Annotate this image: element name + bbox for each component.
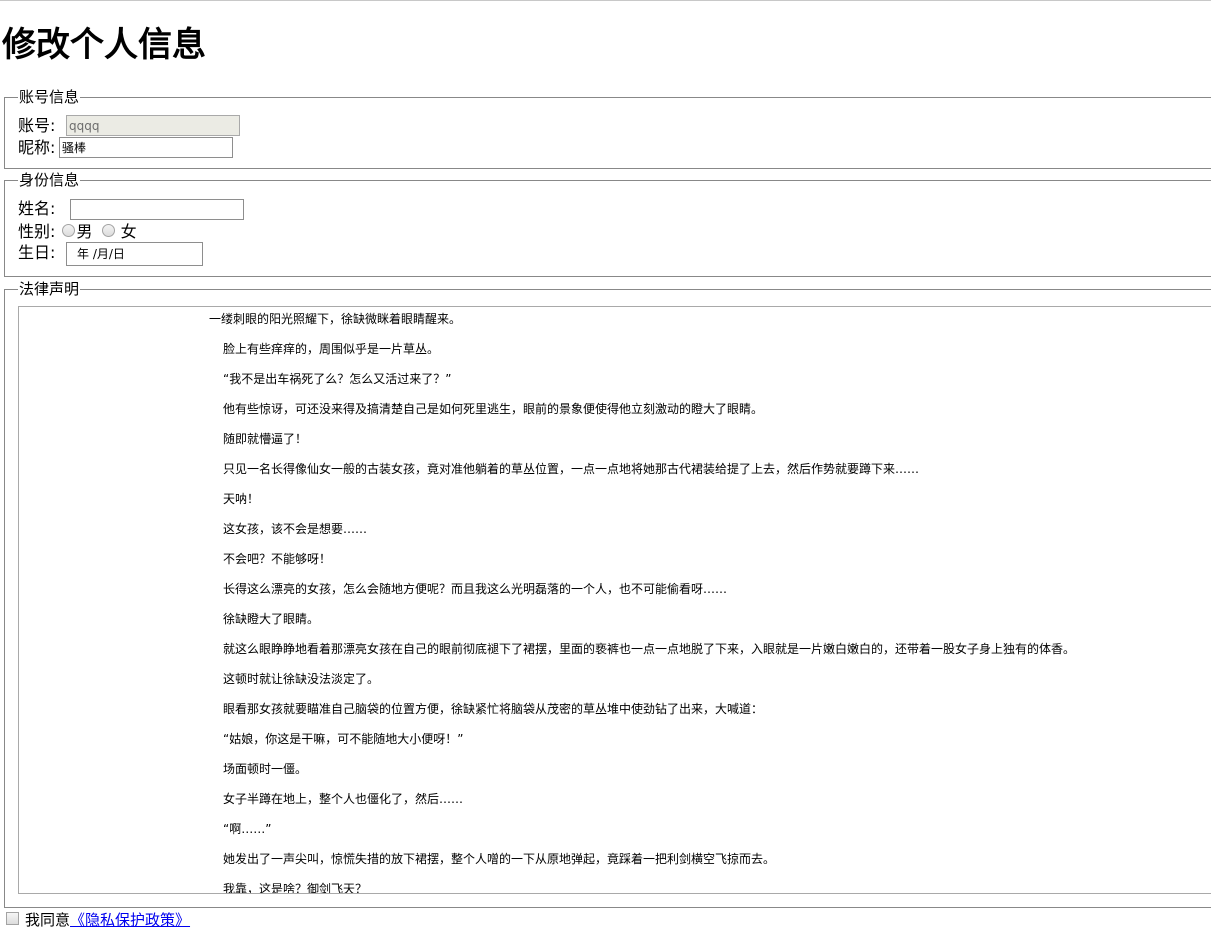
gender-radio-male[interactable] [61,224,75,237]
legal-paragraph: 天呐！ [223,492,260,506]
identity-fieldset: 身份信息 姓名: 性别: 男 女 生日: 年 /月/日 [4,171,1211,277]
gender-row: 性别: 男 女 [18,222,137,242]
name-input[interactable] [70,199,244,220]
account-legend: 账号信息 [18,88,81,106]
birthday-label: 生日: [18,243,56,262]
legal-text-frame[interactable]: 一缕刺眼的阳光照耀下，徐缺微眯着眼睛醒来。脸上有些痒痒的，周围似乎是一片草丛。 “… [18,306,1211,894]
nickname-label: 昵称: [18,138,56,157]
legal-paragraph: 这女孩，该不会是想要…… [223,522,368,536]
gender-label: 性别: [18,222,56,241]
legal-paragraph: 我靠，这是啥？御剑飞天？ [223,882,368,894]
legal-paragraph: “啊……” [223,822,272,836]
gender-male-label: 男 [76,222,93,241]
legal-paragraph: 一缕刺眼的阳光照耀下，徐缺微眯着眼睛醒来。 [209,312,462,326]
legal-paragraph: 长得这么漂亮的女孩，怎么会随地方便呢？而且我这么光明磊落的一个人，也不可能偷看呀… [223,582,728,596]
nickname-row: 昵称: [18,138,55,158]
birthday-input[interactable]: 年 /月/日 [66,242,203,266]
legal-paragraph: 不会吧？不能够呀！ [223,552,332,566]
legal-text-content: 一缕刺眼的阳光照耀下，徐缺微眯着眼睛醒来。脸上有些痒痒的，周围似乎是一片草丛。 “… [19,307,1211,894]
legal-paragraph: 徐缺瞪大了眼睛。 [223,612,320,626]
gender-female-label: 女 [120,222,137,241]
top-divider [0,0,1211,1]
name-row: 姓名: [18,199,55,219]
legal-paragraph: 就这么眼睁睁地看着那漂亮女孩在自己的眼前彻底褪下了裙摆，里面的亵裤也一点一点地脱… [223,642,1076,656]
legal-paragraph: 她发出了一声尖叫，惊慌失措的放下裙摆，整个人噌的一下从原地弹起，竟踩着一把利剑横… [223,852,776,866]
privacy-policy-link[interactable]: 《隐私保护政策》 [70,911,190,929]
gender-radio-female[interactable] [101,224,115,237]
legal-legend: 法律声明 [18,280,81,298]
legal-paragraph: 眼看那女孩就要瞄准自己脑袋的位置方便，徐缺紧忙将脑袋从茂密的草丛堆中使劲钻了出来… [223,702,764,716]
legal-paragraph: “我不是出车祸死了么？怎么又活过来了？” [223,372,452,386]
identity-legend: 身份信息 [18,171,81,189]
legal-paragraph: 只见一名长得像仙女一般的古装女孩，竟对准他躺着的草丛位置，一点一点地将她那古代裙… [223,462,920,476]
legal-paragraph: 女子半蹲在地上，整个人也僵化了，然后…… [223,792,464,806]
account-row: 账号: [18,116,55,136]
legal-paragraph: 随即就懵逼了！ [223,432,308,446]
account-input[interactable] [66,115,240,136]
nickname-input[interactable] [59,137,233,158]
agree-checkbox[interactable] [6,912,19,925]
legal-paragraph: 脸上有些痒痒的，周围似乎是一片草丛。 [223,342,440,356]
legal-paragraph: 场面顿时一僵。 [223,762,308,776]
account-fieldset: 账号信息 账号: 昵称: [4,88,1211,169]
agree-label: 我同意 [25,911,71,929]
legal-paragraph: 这顿时就让徐缺没法淡定了。 [223,672,380,686]
account-label: 账号: [18,116,56,135]
name-label: 姓名: [18,199,56,218]
legal-paragraph: 他有些惊讶，可还没来得及搞清楚自己是如何死里逃生，眼前的景象便使得他立刻激动的瞪… [223,402,764,416]
legal-paragraph: “姑娘，你这是干嘛，可不能随地大小便呀！” [223,732,464,746]
page-title: 修改个人信息 [2,25,206,65]
legal-fieldset: 法律声明 一缕刺眼的阳光照耀下，徐缺微眯着眼睛醒来。脸上有些痒痒的，周围似乎是一… [4,280,1211,908]
agreement-row: 我同意《隐私保护政策》 [6,910,190,930]
birthday-placeholder: 年 /月/日 [77,247,125,261]
birthday-row: 生日: [18,243,55,263]
